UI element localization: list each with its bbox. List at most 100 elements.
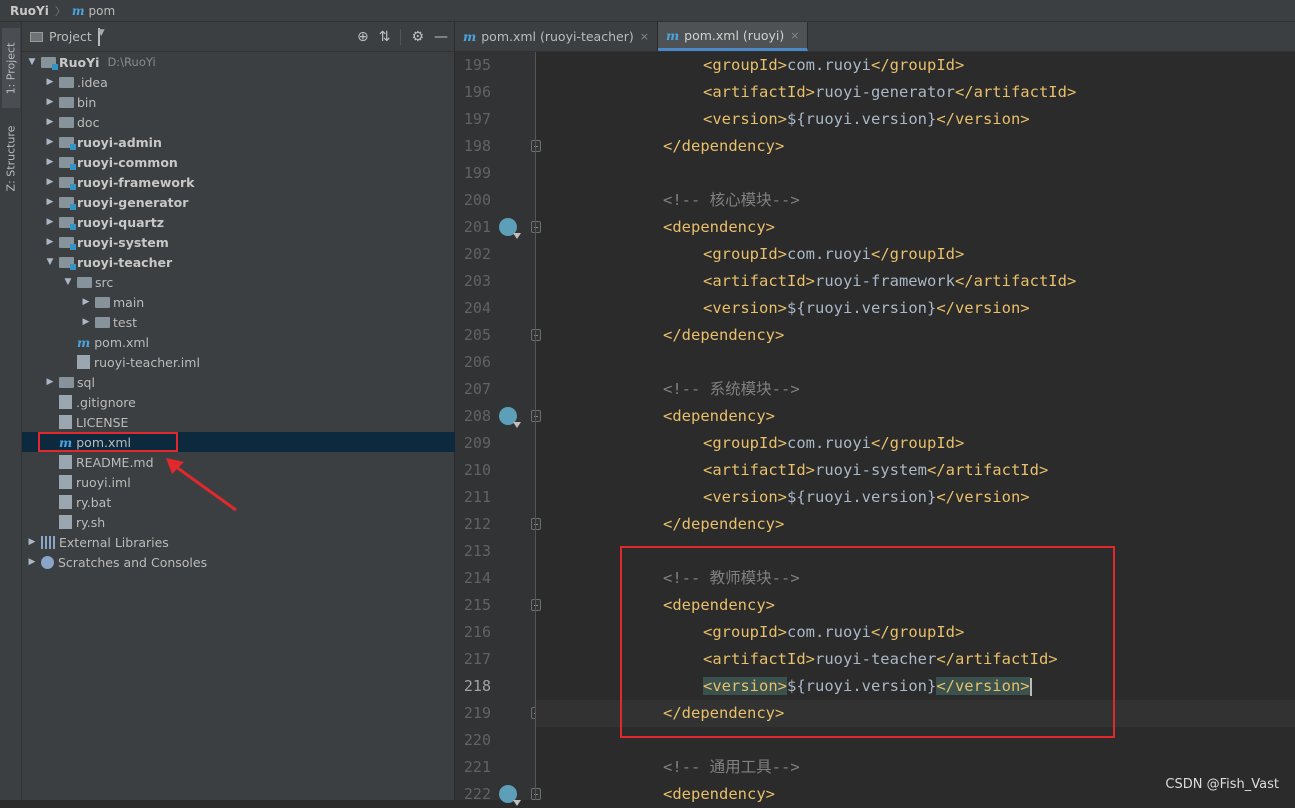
code-token: </groupId> — [871, 56, 965, 74]
chevron-right-icon[interactable]: ▶ — [44, 97, 56, 107]
line-gutter: 195 196 197 198 199 200 201 202 203 204 205 206 207 2… — [455, 52, 541, 806]
chevron-right-icon[interactable]: ▶ — [80, 297, 92, 307]
maven-icon: m — [71, 3, 85, 18]
code-token: ${ruoyi.version} — [787, 488, 937, 506]
breadcrumb-separator: 〉 — [54, 4, 66, 18]
line-number: 211 — [463, 488, 491, 506]
chevron-right-icon[interactable]: ▶ — [44, 157, 56, 167]
code-token: <groupId> — [703, 434, 787, 452]
gear-icon[interactable]: ⚙ — [411, 29, 424, 45]
breadcrumb-file[interactable]: pom — [89, 4, 116, 18]
tree-item[interactable]: ruoyi-teacher.iml — [22, 352, 455, 372]
chevron-right-icon[interactable]: ▶ — [80, 317, 92, 327]
file-icon — [59, 415, 72, 429]
fold-marker-icon[interactable] — [531, 140, 541, 152]
tree-item[interactable]: ▶ ruoyi-system — [22, 232, 455, 252]
chevron-right-icon[interactable]: ▶ — [44, 197, 56, 207]
line-number: 220 — [463, 731, 491, 749]
close-icon[interactable]: × — [790, 29, 799, 42]
maven-dependency-gutter-icon[interactable] — [499, 785, 521, 806]
fold-marker-icon[interactable] — [531, 221, 541, 233]
code-token: <version> — [703, 110, 787, 128]
line-number: 199 — [463, 164, 491, 182]
tree-item[interactable]: m pom.xml — [22, 332, 455, 352]
chevron-right-icon[interactable]: ▶ — [44, 377, 56, 387]
fold-marker-icon[interactable] — [531, 788, 541, 800]
tree-item[interactable]: ▶ ruoyi-generator — [22, 192, 455, 212]
tree-item[interactable]: ▶ .idea — [22, 72, 455, 92]
tree-item[interactable]: ▶ ruoyi-common — [22, 152, 455, 172]
maven-dependency-gutter-icon[interactable] — [499, 407, 521, 428]
editor-tab[interactable]: m pom.xml (ruoyi-teacher) × — [455, 22, 658, 51]
tree-item[interactable]: ▶ main — [22, 292, 455, 312]
chevron-down-icon[interactable]: ▼ — [26, 57, 38, 67]
project-tool-label: 1: Project — [4, 42, 18, 94]
tree-item[interactable]: ▶ ruoyi-quartz — [22, 212, 455, 232]
tree-item[interactable]: LICENSE — [22, 412, 455, 432]
line-number: 216 — [463, 623, 491, 641]
close-icon[interactable]: × — [640, 30, 649, 43]
tree-item[interactable]: ▼ RuoYi D:\RuoYi — [22, 52, 455, 72]
tree-item[interactable]: ▶ bin — [22, 92, 455, 112]
chevron-down-icon[interactable]: ▼ — [97, 27, 105, 46]
chevron-right-icon[interactable]: ▶ — [44, 77, 56, 87]
chevron-right-icon[interactable]: ▶ — [26, 537, 38, 547]
minimize-icon[interactable]: — — [434, 29, 448, 45]
collapse-all-icon[interactable]: ⇅ — [379, 29, 391, 45]
tab-project-tool[interactable]: 1: Project — [2, 28, 20, 108]
tree-item[interactable]: ▶ ruoyi-framework — [22, 172, 455, 192]
fold-marker-icon[interactable] — [531, 599, 541, 611]
code-token: <dependency> — [663, 218, 775, 236]
tree-item[interactable]: ▼ ruoyi-teacher — [22, 252, 455, 272]
line-number: 200 — [463, 191, 491, 209]
line-number: 198 — [463, 137, 491, 155]
chevron-right-icon[interactable]: ▶ — [44, 177, 56, 187]
tree-item-label: doc — [77, 114, 100, 130]
chevron-right-icon[interactable]: ▶ — [44, 237, 56, 247]
line-number: 205 — [463, 326, 491, 344]
maven-dependency-gutter-icon[interactable] — [499, 218, 521, 239]
chevron-down-icon[interactable]: ▼ — [62, 277, 74, 287]
chevron-right-icon[interactable]: ▶ — [44, 117, 56, 127]
structure-tool-label: Z: Structure — [4, 125, 18, 191]
fold-marker-icon[interactable] — [531, 410, 541, 422]
tree-item-label: ruoyi-teacher.iml — [94, 354, 200, 370]
chevron-right-icon[interactable]: ▶ — [44, 137, 56, 147]
chevron-right-icon[interactable]: ▶ — [44, 217, 56, 227]
tree-item-label: ry.bat — [76, 494, 112, 510]
tree-item[interactable]: m pom.xml — [22, 432, 455, 452]
tree-item[interactable]: .gitignore — [22, 392, 455, 412]
breadcrumb-root[interactable]: RuoYi — [10, 4, 49, 18]
annotation-arrow — [166, 458, 237, 512]
project-path: D:\RuoYi — [107, 55, 156, 69]
fold-marker-icon[interactable] — [531, 518, 541, 530]
tree-item[interactable]: ▶ ruoyi-admin — [22, 132, 455, 152]
folder-icon — [59, 116, 74, 128]
locate-icon[interactable]: ⊕ — [357, 29, 369, 45]
tree-item-label: External Libraries — [59, 534, 169, 550]
code-token: <groupId> — [703, 56, 787, 74]
fold-marker-icon[interactable] — [531, 329, 541, 341]
tree-item-label: ruoyi-generator — [77, 194, 189, 210]
chevron-down-icon[interactable]: ▼ — [44, 257, 56, 267]
tree-item[interactable]: ▼ src — [22, 272, 455, 292]
code-line: <version>${ruoyi.version}</version> — [663, 295, 1076, 322]
code-token: ruoyi-generator — [814, 83, 955, 101]
tree-item[interactable]: ▶ Scratches and Consoles — [22, 552, 455, 572]
code-token: ${ruoyi.version} — [787, 110, 937, 128]
file-icon — [59, 455, 72, 469]
folder-icon — [95, 296, 110, 308]
tree-item-label: test — [113, 314, 138, 330]
tab-structure-tool[interactable]: Z: Structure — [2, 116, 20, 200]
tree-item[interactable]: ▶ test — [22, 312, 455, 332]
chevron-right-icon[interactable]: ▶ — [26, 557, 38, 567]
editor-tab[interactable]: m pom.xml (ruoyi) × — [657, 22, 809, 51]
tree-item[interactable]: ▶ doc — [22, 112, 455, 132]
module-folder-icon — [59, 256, 76, 270]
project-view-selector[interactable]: Project — [49, 29, 92, 44]
tree-item[interactable]: ▶ sql — [22, 372, 455, 392]
tree-item[interactable]: ▶ External Libraries — [22, 532, 455, 552]
editor-tab-label: pom.xml (ruoyi-teacher) — [481, 29, 634, 44]
code-token: com.ruoyi — [787, 56, 871, 74]
folder-icon — [59, 96, 74, 108]
